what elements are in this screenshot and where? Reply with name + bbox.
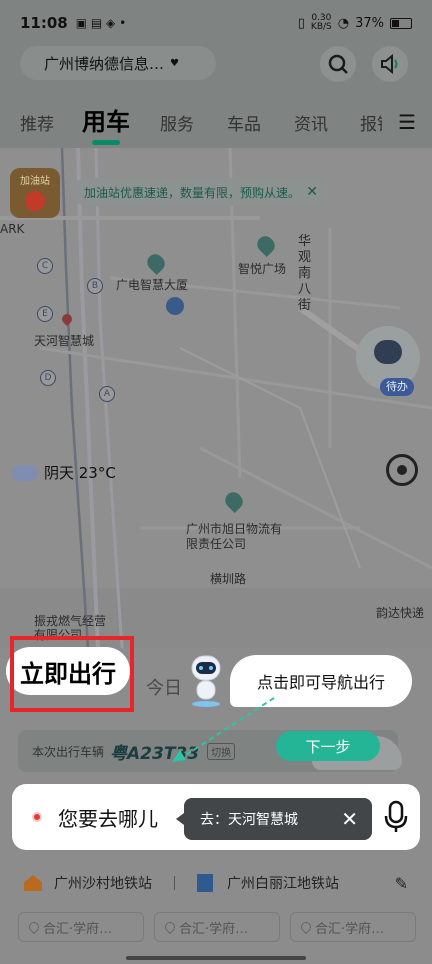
header: 广州博纳德信息… ♥ <box>0 46 432 96</box>
net-speed: 0.30 KB/S <box>310 13 332 32</box>
map-label-tianhe: 天河智慧城 <box>34 334 95 348</box>
building-icon <box>197 874 213 892</box>
metro-exit-d: D <box>40 370 56 386</box>
metro-exit-e: E <box>37 306 53 322</box>
notification-icons: ▣ ▤ ◈ • <box>75 16 127 30</box>
metro-exit-a: A <box>99 386 115 402</box>
pin-icon <box>298 919 314 935</box>
quick-stations: 广州沙村地铁站 广州白丽江地铁站 ✎ <box>0 862 432 904</box>
weather-widget: 阴天 23°C <box>12 462 116 483</box>
tab-news[interactable]: 资讯 <box>294 110 328 135</box>
voice-button[interactable] <box>372 46 408 82</box>
map-label-huajing: 华观南八街 <box>298 234 312 313</box>
heart-icon: ♥ <box>170 57 179 69</box>
plate-label: 本次出行车辆 <box>32 744 105 759</box>
gas-station-badge[interactable]: 加油站 <box>10 168 60 218</box>
tab-reimburse[interactable]: 报销 <box>360 110 382 135</box>
weather-text: 阴天 23°C <box>44 464 116 482</box>
station-bailijiang[interactable]: 广州白丽江地铁站 <box>227 873 339 893</box>
map[interactable]: 加油站 加油站优惠速递，数量有限，预购从速。 ✕ ARK 广电智慧大厦 智悦广场… <box>0 148 432 648</box>
close-icon[interactable]: ✕ <box>341 807 358 831</box>
company-selector[interactable]: 广州博纳德信息… ♥ <box>20 46 216 80</box>
pin-icon <box>162 919 178 935</box>
promo-text: 加油站优惠速递，数量有限，预购从速。 <box>84 185 301 200</box>
map-label-guangdian: 广电智慧大厦 <box>116 278 189 292</box>
menu-icon[interactable]: ☰ <box>398 110 416 134</box>
guide-highlight-frame <box>10 636 134 712</box>
status-bar: 11:08 ▣ ▤ ◈ • ▯ 0.30 KB/S ◔ 37% <box>0 0 432 46</box>
next-step-button[interactable]: 下一步 <box>276 731 380 761</box>
locate-button[interactable] <box>386 454 418 486</box>
tab-recommend[interactable]: 推荐 <box>20 110 54 135</box>
recent-places: 合汇·学府… 合汇·学府… 合汇·学府… <box>18 912 418 942</box>
map-label-xuri: 广州市旭日物流有限责任公司 <box>186 522 283 551</box>
search-placeholder: 您要去哪儿 <box>58 807 158 831</box>
map-label-ark: ARK <box>0 222 25 236</box>
assistant-robot[interactable]: 待办 <box>356 326 420 396</box>
recent-place-chip[interactable]: 合汇·学府… <box>154 912 280 942</box>
recent-place-chip[interactable]: 合汇·学府… <box>290 912 416 942</box>
cloud-icon <box>12 464 38 481</box>
gas-icon <box>25 191 45 211</box>
home-indicator <box>126 956 306 960</box>
tab-car-goods[interactable]: 车品 <box>227 110 261 135</box>
destination-text: 去：天河智慧城 <box>200 812 298 828</box>
speaker-icon <box>381 53 398 75</box>
divider <box>174 876 175 890</box>
pin-icon <box>26 919 42 935</box>
tab-car[interactable]: 用车 <box>82 102 130 145</box>
guide-arrow <box>172 697 275 762</box>
microphone-icon[interactable] <box>382 800 410 834</box>
recent-place-chip[interactable]: 合汇·学府… <box>18 912 144 942</box>
todo-badge: 待办 <box>380 378 414 396</box>
status-time: 11:08 <box>20 14 68 32</box>
home-icon <box>24 875 42 891</box>
vibrate-icon: ▯ <box>297 15 305 31</box>
metro-exit-c: C <box>37 258 53 274</box>
company-name: 广州博纳德信息… <box>44 54 165 73</box>
status-right: ▯ 0.30 KB/S ◔ 37% <box>298 14 412 32</box>
crosshair-icon <box>397 465 407 475</box>
map-label-zhiyue: 智悦广场 <box>238 262 287 276</box>
map-label-hengzhen: 横圳路 <box>210 572 247 586</box>
search-button[interactable] <box>320 46 356 82</box>
wifi-icon: ◔ <box>337 15 350 31</box>
edit-icon[interactable]: ✎ <box>395 874 408 893</box>
battery-icon <box>390 17 412 29</box>
station-shacun[interactable]: 广州沙村地铁站 <box>54 873 152 893</box>
robot-icon <box>374 340 402 364</box>
promo-banner[interactable]: 加油站优惠速递，数量有限，预购从速。 ✕ <box>72 178 329 206</box>
metro-exit-b: B <box>87 278 103 294</box>
tab-service[interactable]: 服务 <box>160 110 194 135</box>
location-dot-icon <box>32 812 42 822</box>
battery-text: 37% <box>355 15 384 31</box>
tab-bar: 推荐 用车 服务 车品 资讯 报销 ☰ <box>0 96 432 148</box>
map-label-yunda: 韵达快递 <box>376 606 425 620</box>
destination-tooltip[interactable]: 去：天河智慧城 ✕ <box>176 798 372 840</box>
search-icon <box>328 54 348 74</box>
close-icon[interactable]: ✕ <box>306 184 318 200</box>
